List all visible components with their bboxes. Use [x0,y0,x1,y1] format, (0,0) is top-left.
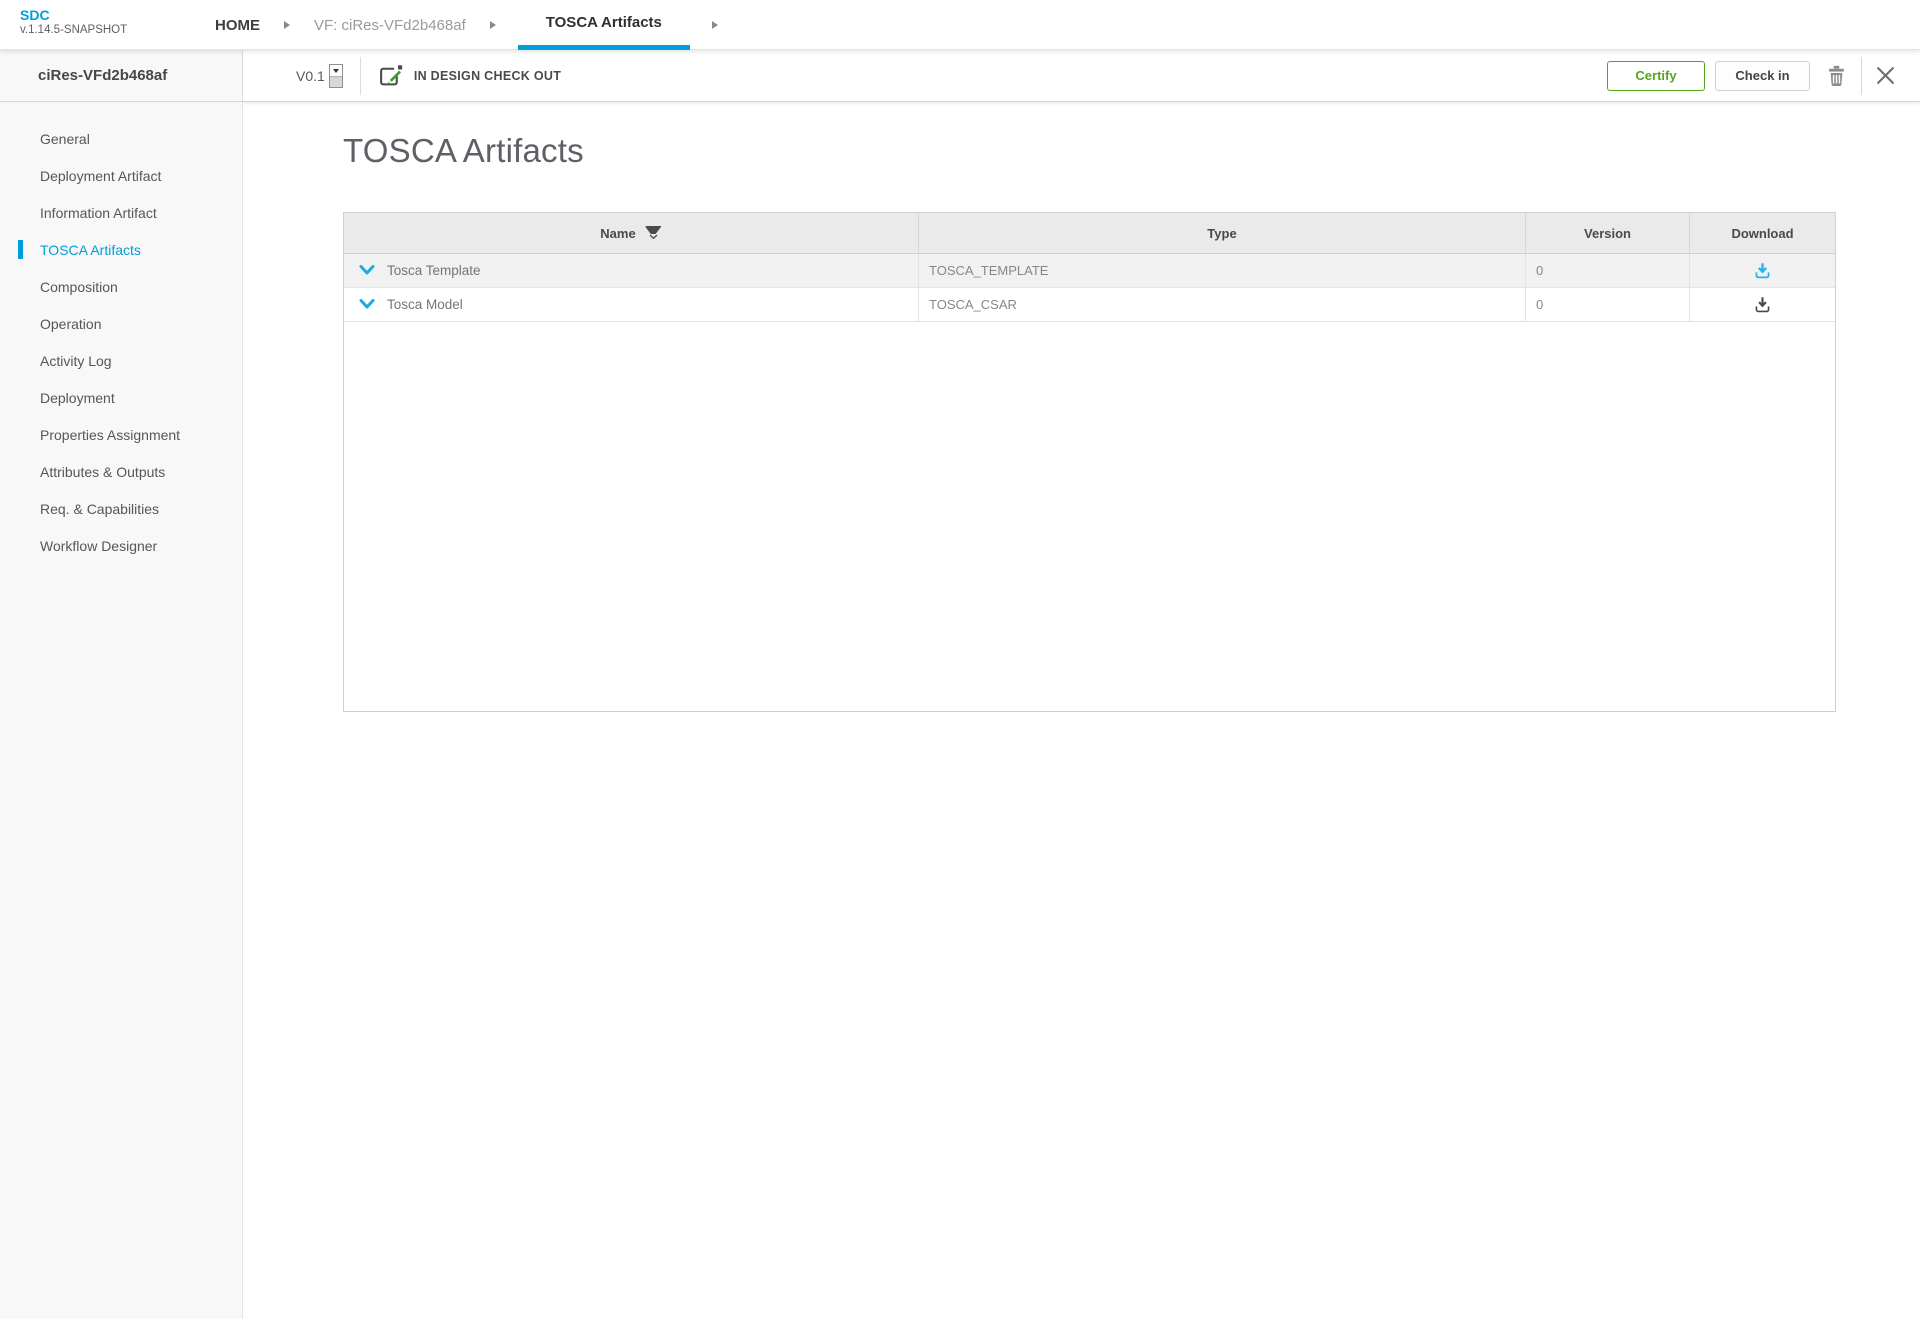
column-header-type[interactable]: Type [919,213,1526,253]
column-header-version[interactable]: Version [1526,213,1690,253]
cell-name: Tosca Template [344,254,919,287]
breadcrumb-arrow-icon [490,21,496,29]
workspace-toolbar-row: ciRes-VFd2b468af V0.1 IN DESIGN CHECK OU… [0,50,1920,102]
trash-icon [1826,65,1847,87]
sort-caret-icon [649,234,658,240]
delete-button[interactable] [1826,65,1847,87]
version-label: V0.1 [296,68,325,84]
cell-download[interactable] [1690,254,1835,287]
main-content: TOSCA Artifacts Name Type Version Downlo… [243,102,1920,1319]
cell-download[interactable] [1690,288,1835,321]
checkout-edit-icon [378,63,403,88]
sidebar-item-label: Activity Log [40,353,112,369]
chevron-down-icon [359,299,375,310]
cell-version: 0 [1526,288,1690,321]
artifact-type: TOSCA_CSAR [929,297,1017,312]
lifecycle-status-text: IN DESIGN CHECK OUT [414,69,561,83]
artifact-version: 0 [1536,297,1543,312]
dropdown-arrow-icon [333,69,339,73]
sidebar-item-label: Deployment Artifact [40,168,161,184]
close-icon [1876,66,1895,85]
sidebar-item-operation[interactable]: Operation [0,305,242,342]
sidebar-item-workflow-designer[interactable]: Workflow Designer [0,527,242,564]
certify-button[interactable]: Certify [1607,61,1705,91]
app-logo-text: SDC [20,7,127,23]
sidebar-item-attributes-outputs[interactable]: Attributes & Outputs [0,453,242,490]
toolbar: V0.1 IN DESIGN CHECK OUT Certify Check i… [243,50,1920,102]
column-header-download[interactable]: Download [1690,213,1835,253]
app-logo[interactable]: SDC v.1.14.5-SNAPSHOT [20,7,127,37]
artifact-name: Tosca Model [387,297,463,312]
active-indicator [18,240,23,259]
cell-type: TOSCA_TEMPLATE [919,254,1526,287]
sidebar-item-label: Deployment [40,390,115,406]
column-header-label: Download [1731,226,1793,241]
artifact-version: 0 [1536,263,1543,278]
close-button[interactable] [1876,66,1895,85]
sidebar-item-label: Operation [40,316,101,332]
table-header-row: Name Type Version Download [344,213,1835,254]
sidebar-item-deployment-artifact[interactable]: Deployment Artifact [0,157,242,194]
sidebar-menu: General Deployment Artifact Information … [0,102,243,1319]
table-row-tosca-template[interactable]: Tosca Template TOSCA_TEMPLATE 0 [344,254,1835,288]
check-in-button[interactable]: Check in [1715,61,1810,91]
sidebar-item-information-artifact[interactable]: Information Artifact [0,194,242,231]
page-title: TOSCA Artifacts [343,132,584,170]
column-header-label: Version [1584,226,1631,241]
breadcrumb-arrow-icon [712,21,718,29]
cell-type: TOSCA_CSAR [919,288,1526,321]
sort-icon [645,226,662,240]
toolbar-actions: Certify Check in [1607,57,1895,95]
content-row: General Deployment Artifact Information … [0,102,1920,1319]
sidebar-item-label: Information Artifact [40,205,157,221]
sidebar-item-tosca-artifacts[interactable]: TOSCA Artifacts [0,231,242,268]
breadcrumb-arrow-icon [284,21,290,29]
sidebar-item-label: Properties Assignment [40,427,180,443]
expand-row-button[interactable] [359,265,375,276]
resource-name-title: ciRes-VFd2b468af [38,67,167,84]
sidebar-item-label: Req. & Capabilities [40,501,159,517]
toolbar-divider [360,57,361,95]
cell-version: 0 [1526,254,1690,287]
version-selector[interactable] [329,64,343,88]
sort-triangle-icon [645,226,662,234]
sidebar-item-label: TOSCA Artifacts [40,242,141,258]
artifact-name: Tosca Template [387,263,481,278]
app-version-text: v.1.14.5-SNAPSHOT [20,23,127,37]
sidebar-header: ciRes-VFd2b468af [0,50,243,102]
sidebar-item-label: General [40,131,90,147]
sidebar-item-req-capabilities[interactable]: Req. & Capabilities [0,490,242,527]
sidebar-item-deployment[interactable]: Deployment [0,379,242,416]
sidebar-item-label: Workflow Designer [40,538,157,554]
top-header: SDC v.1.14.5-SNAPSHOT HOME VF: ciRes-VFd… [0,0,1920,50]
chevron-down-icon [359,265,375,276]
column-header-label: Name [600,226,635,241]
cell-name: Tosca Model [344,288,919,321]
artifact-type: TOSCA_TEMPLATE [929,263,1048,278]
sidebar-item-label: Attributes & Outputs [40,464,165,480]
breadcrumb-tosca-artifacts-active[interactable]: TOSCA Artifacts [518,0,690,50]
dropdown-grip [330,76,342,87]
download-icon [1754,296,1771,313]
column-header-name[interactable]: Name [344,213,919,253]
tosca-artifacts-table: Name Type Version Download [343,212,1836,712]
lifecycle-status: IN DESIGN CHECK OUT [378,63,561,88]
sidebar-item-label: Composition [40,279,118,295]
toolbar-divider [1861,57,1862,95]
sidebar-item-composition[interactable]: Composition [0,268,242,305]
breadcrumb-vf[interactable]: VF: ciRes-VFd2b468af [312,17,468,34]
download-icon [1754,262,1771,279]
expand-row-button[interactable] [359,299,375,310]
breadcrumb-home[interactable]: HOME [213,17,262,34]
sidebar-item-properties-assignment[interactable]: Properties Assignment [0,416,242,453]
sidebar-item-general[interactable]: General [0,120,242,157]
breadcrumb: HOME VF: ciRes-VFd2b468af TOSCA Artifact… [213,0,740,50]
column-header-label: Type [1207,226,1236,241]
table-row-tosca-model[interactable]: Tosca Model TOSCA_CSAR 0 [344,288,1835,322]
sidebar-item-activity-log[interactable]: Activity Log [0,342,242,379]
